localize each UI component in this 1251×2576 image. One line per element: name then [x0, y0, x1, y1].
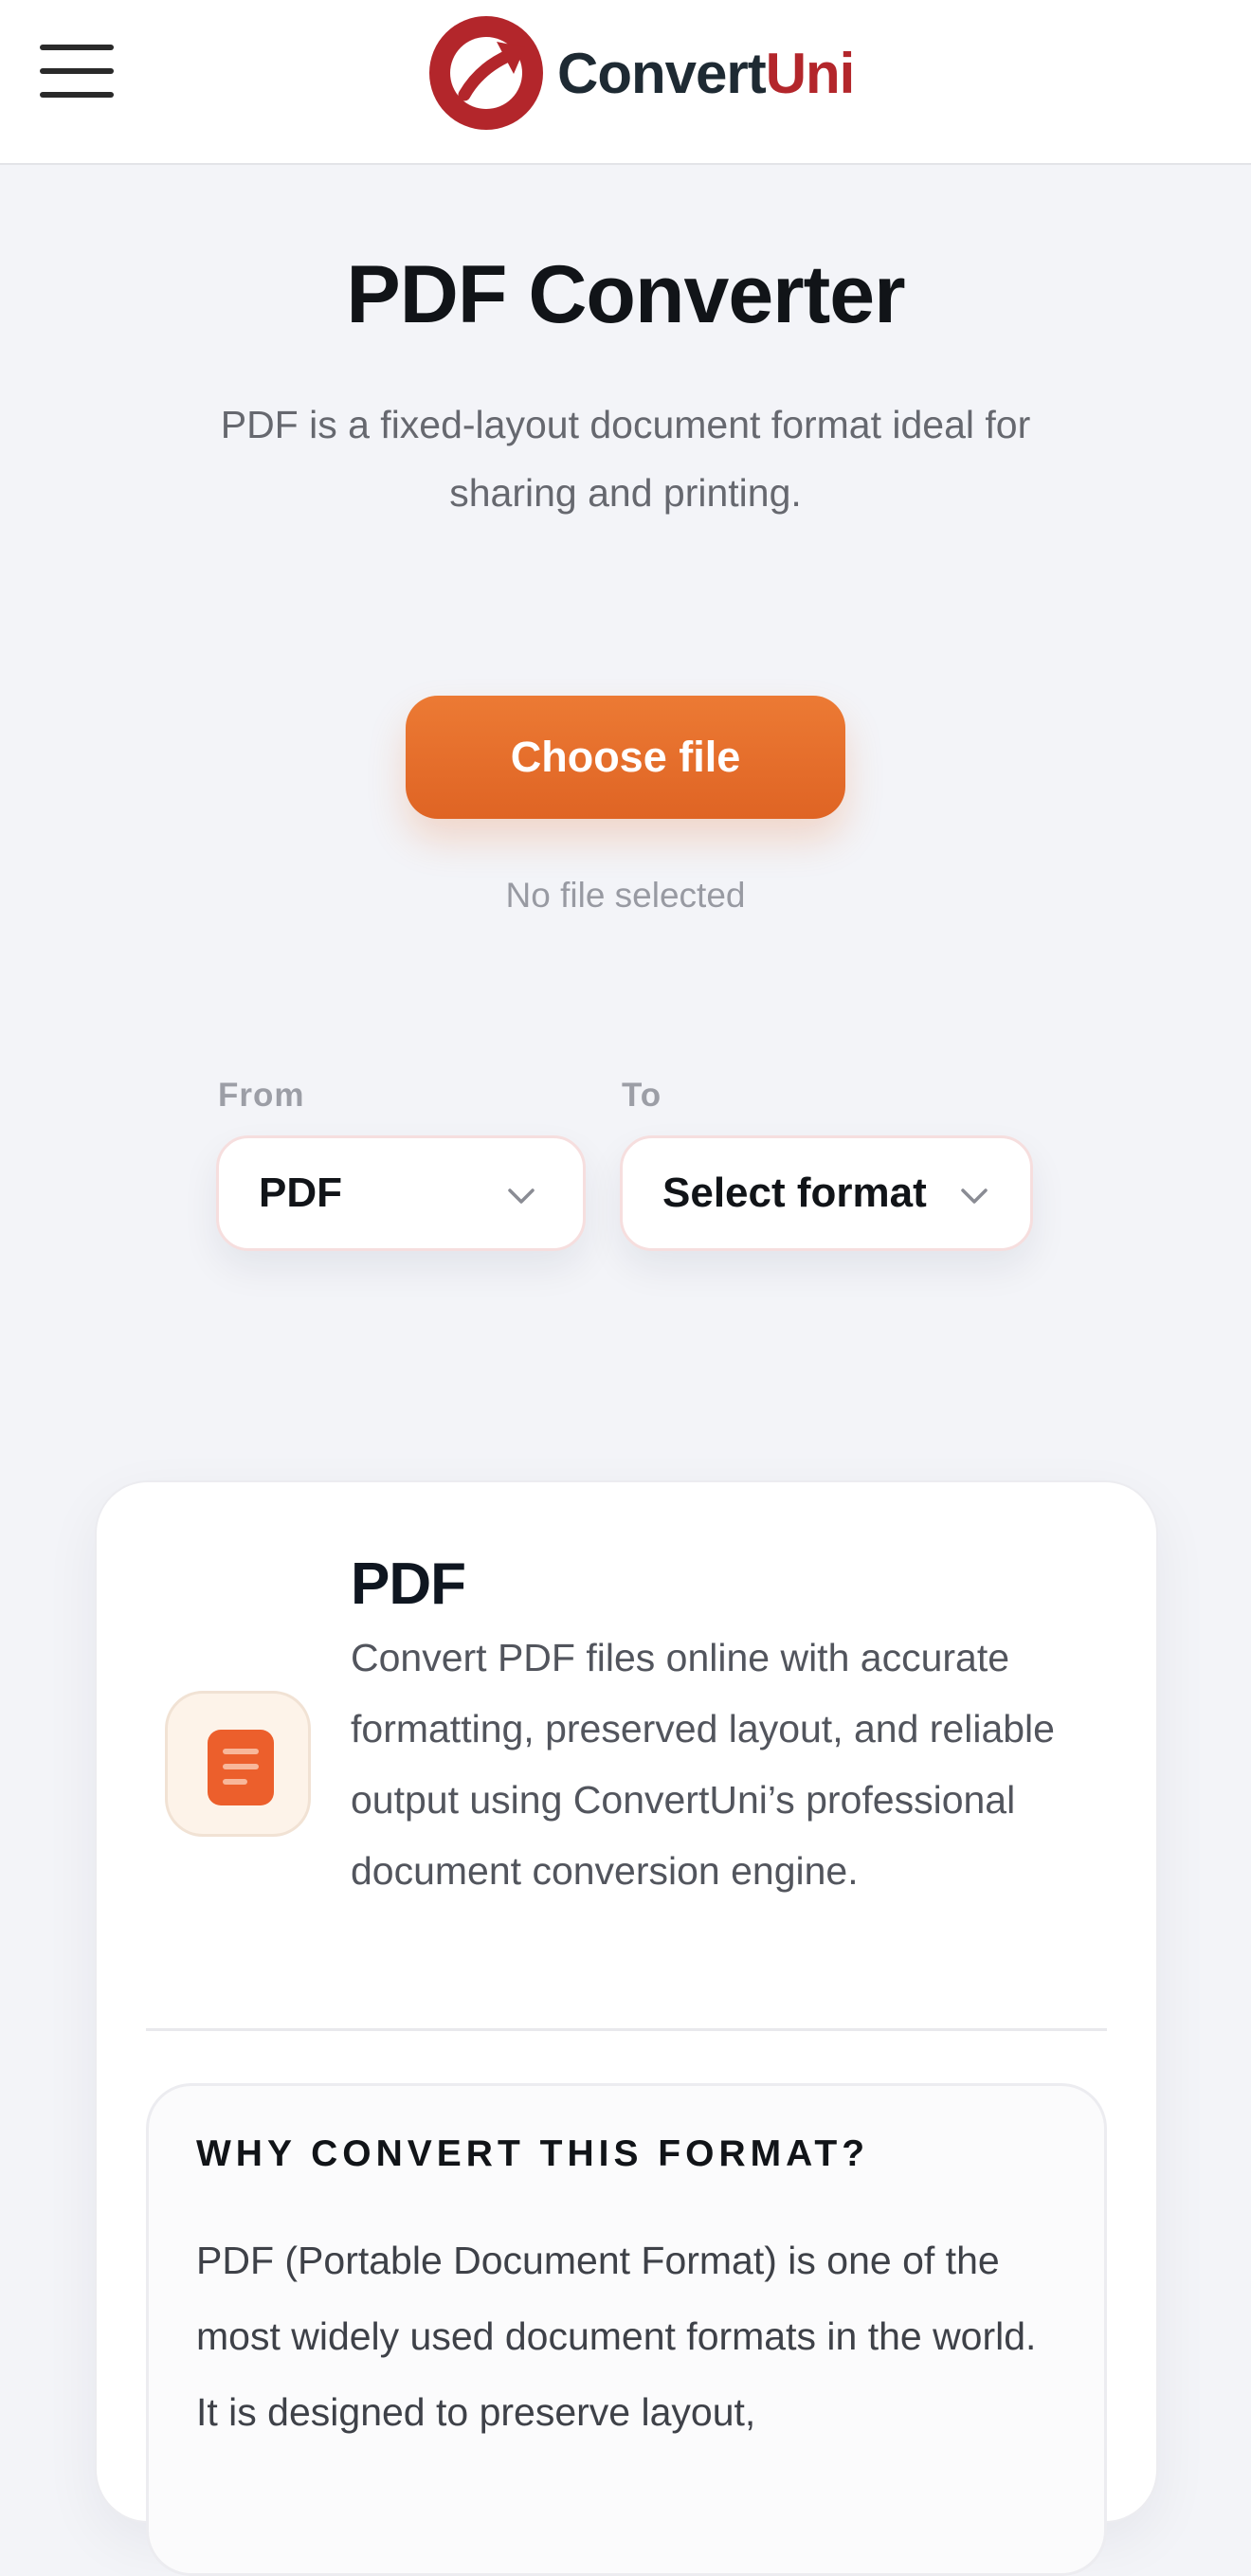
from-format-value: PDF: [259, 1170, 342, 1216]
chevron-down-icon: [961, 1188, 988, 1204]
from-format-select[interactable]: PDF: [216, 1135, 586, 1251]
brand-name-part2: Uni: [765, 41, 856, 105]
format-description: Convert PDF files online with accurate f…: [351, 1636, 1055, 1893]
circular-arrow-logo-icon: [429, 16, 543, 130]
brand-logo[interactable]: ConvertUni: [426, 13, 856, 133]
to-format-select[interactable]: Select format: [620, 1135, 1033, 1251]
format-info-card: PDF Convert PDF files online with accura…: [95, 1480, 1158, 2576]
to-label: To: [622, 1077, 662, 1114]
brand-name: ConvertUni: [557, 41, 856, 106]
page-subtitle: PDF is a fixed-layout document format id…: [220, 403, 1031, 515]
document-icon: [165, 1691, 311, 1837]
file-status-text: No file selected: [505, 876, 746, 915]
why-convert-text: PDF (Portable Document Format) is one of…: [196, 2239, 1037, 2434]
top-header: ConvertUni: [0, 0, 1251, 165]
from-label: From: [218, 1077, 305, 1114]
brand-name-part1: Convert: [557, 41, 767, 105]
why-convert-heading: WHY CONVERT THIS FORMAT?: [196, 2133, 870, 2174]
chevron-down-icon: [508, 1188, 535, 1204]
format-name: PDF: [351, 1551, 466, 1617]
hamburger-menu-icon[interactable]: [40, 42, 114, 100]
divider: [146, 2028, 1107, 2031]
choose-file-button[interactable]: Choose file: [406, 696, 845, 819]
page-title: PDF Converter: [346, 249, 905, 340]
to-format-value: Select format: [662, 1170, 927, 1216]
why-convert-section: WHY CONVERT THIS FORMAT? PDF (Portable D…: [146, 2083, 1107, 2576]
